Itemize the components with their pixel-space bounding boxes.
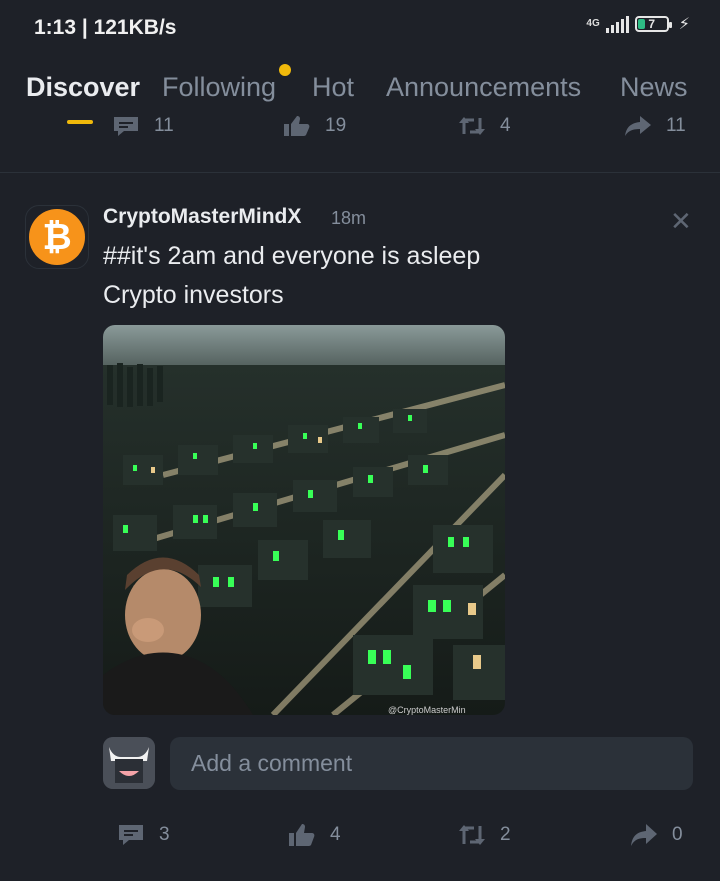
- prev-like-button[interactable]: 19: [283, 114, 346, 138]
- charging-icon: ⚡: [678, 16, 690, 33]
- tab-hot[interactable]: Hot: [312, 72, 354, 103]
- author-avatar[interactable]: ₿: [25, 205, 89, 269]
- bitcoin-icon: ₿: [29, 209, 85, 265]
- post-actions: 3 4 2 0: [0, 822, 720, 862]
- prev-comment-button[interactable]: 11: [112, 114, 174, 138]
- like-count: 4: [330, 824, 341, 845]
- comment-icon: [114, 117, 138, 136]
- post-divider: [0, 172, 720, 173]
- prev-repost-button[interactable]: 4: [458, 114, 511, 138]
- signal-icon: [605, 15, 629, 33]
- battery-level: 7: [648, 17, 656, 31]
- repost-button[interactable]: 2: [458, 822, 511, 848]
- repost-count: 2: [500, 824, 511, 845]
- my-avatar[interactable]: [103, 737, 155, 789]
- prev-comment-count: 11: [154, 115, 174, 136]
- share-button[interactable]: 0: [630, 822, 683, 848]
- share-count: 0: [672, 824, 683, 845]
- prev-like-count: 19: [325, 115, 347, 136]
- prev-post-actions: 11 19 4 11: [0, 114, 720, 154]
- post-image[interactable]: @CryptoMasterMin: [103, 325, 505, 715]
- post-time: 18m: [331, 208, 367, 228]
- post-text-line2: Crypto investors: [103, 281, 284, 309]
- image-watermark: @CryptoMasterMin: [388, 705, 466, 715]
- comment-count: 3: [159, 824, 170, 845]
- comment-icon: [119, 825, 143, 845]
- comment-button[interactable]: 3: [117, 822, 170, 848]
- tab-following[interactable]: Following: [162, 72, 276, 103]
- share-icon: [625, 116, 651, 136]
- status-bar: 1:13 | 121KB/s 4G 7 ⚡: [0, 0, 720, 56]
- feed-tabs: Discover Following Hot Announcements New…: [0, 62, 720, 124]
- tab-announcements[interactable]: Announcements: [386, 72, 581, 103]
- bull-avatar-icon: [103, 737, 155, 789]
- prev-share-count: 11: [666, 115, 686, 136]
- tab-discover[interactable]: Discover: [26, 72, 140, 103]
- author-name[interactable]: CryptoMasterMindX: [103, 205, 301, 229]
- prev-share-button[interactable]: 11: [624, 114, 686, 138]
- comment-placeholder: Add a comment: [191, 750, 353, 776]
- share-icon: [631, 824, 657, 846]
- following-notification-dot: [279, 64, 291, 76]
- comment-input[interactable]: Add a comment: [170, 737, 693, 790]
- post-text-line1: ##it's 2am and everyone is asleep: [103, 242, 481, 270]
- battery-icon: 7: [634, 16, 672, 32]
- repost-icon: [459, 117, 485, 135]
- status-time: 1:13 | 121KB/s: [34, 16, 177, 39]
- thumbs-up-icon: [289, 824, 315, 846]
- network-type-icon: 4G: [586, 18, 600, 29]
- repost-icon: [459, 825, 485, 845]
- tab-news[interactable]: News: [620, 72, 688, 103]
- close-icon[interactable]: ✕: [670, 206, 692, 237]
- prev-repost-count: 4: [500, 115, 511, 136]
- thumbs-up-icon: [284, 116, 310, 136]
- like-button[interactable]: 4: [288, 822, 341, 848]
